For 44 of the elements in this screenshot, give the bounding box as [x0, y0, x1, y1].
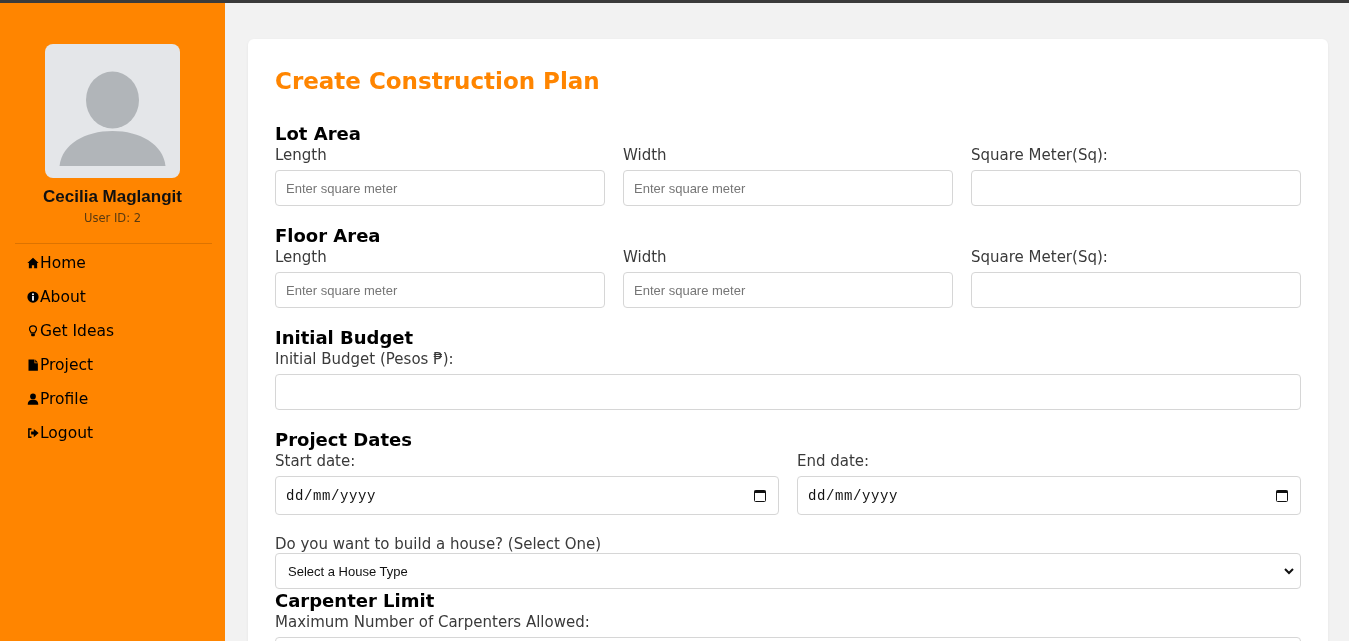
date-input[interactable]: dd/mm/yyyy — [275, 476, 779, 515]
section-heading: Floor Area — [275, 225, 382, 247]
field-label: Start date: — [275, 451, 357, 471]
info-icon — [27, 291, 39, 303]
field-label: Do you want to build a house? (Select One) — [275, 534, 603, 554]
field-label: Length — [275, 247, 328, 267]
nav-link[interactable]: Home — [27, 246, 86, 280]
field-label: Initial Budget (Pesos ₱): — [275, 349, 455, 369]
field-label: End date: — [797, 451, 871, 471]
user-name: Cecilia Maglangit — [43, 187, 182, 207]
field-label: Square Meter(Sq): — [971, 145, 1109, 165]
page-title: Create Construction Plan — [275, 67, 601, 95]
home-icon — [27, 257, 39, 269]
field-label: Maximum Number of Carpenters Allowed: — [275, 612, 591, 632]
text-input[interactable]: Enter square meter — [275, 272, 605, 308]
text-input[interactable] — [275, 374, 1301, 410]
section-heading: Lot Area — [275, 123, 362, 145]
text-input[interactable]: Enter square meter — [623, 272, 953, 308]
calendar-icon[interactable] — [1276, 489, 1288, 502]
nav-link[interactable]: Get Ideas — [27, 314, 115, 348]
section-heading: Initial Budget — [275, 327, 415, 349]
section-heading: Project Dates — [275, 429, 413, 451]
document-icon — [27, 359, 39, 371]
date-input[interactable]: dd/mm/yyyy — [797, 476, 1301, 515]
lightbulb-icon — [27, 325, 39, 337]
nav-link[interactable]: Project — [27, 348, 94, 382]
chevron-down-icon — [1284, 567, 1294, 575]
field-label: Width — [623, 247, 668, 267]
calendar-icon[interactable] — [754, 489, 766, 502]
field-label: Width — [623, 145, 668, 165]
field-label: Square Meter(Sq): — [971, 247, 1109, 267]
nav-link[interactable]: Logout — [27, 416, 94, 450]
user-icon — [27, 393, 39, 405]
nav-link[interactable]: About — [27, 280, 86, 314]
user-id: User ID: 2 — [84, 211, 141, 226]
nav-link[interactable]: Profile — [27, 382, 89, 416]
house-type-select[interactable]: Select a House Type — [275, 553, 1301, 589]
field-label: Length — [275, 145, 328, 165]
text-input[interactable]: Enter square meter — [275, 170, 605, 206]
text-input[interactable] — [971, 170, 1301, 206]
section-heading: Carpenter Limit — [275, 590, 436, 612]
logout-icon — [27, 427, 39, 439]
text-input[interactable]: Enter square meter — [623, 170, 953, 206]
text-input[interactable] — [971, 272, 1301, 308]
